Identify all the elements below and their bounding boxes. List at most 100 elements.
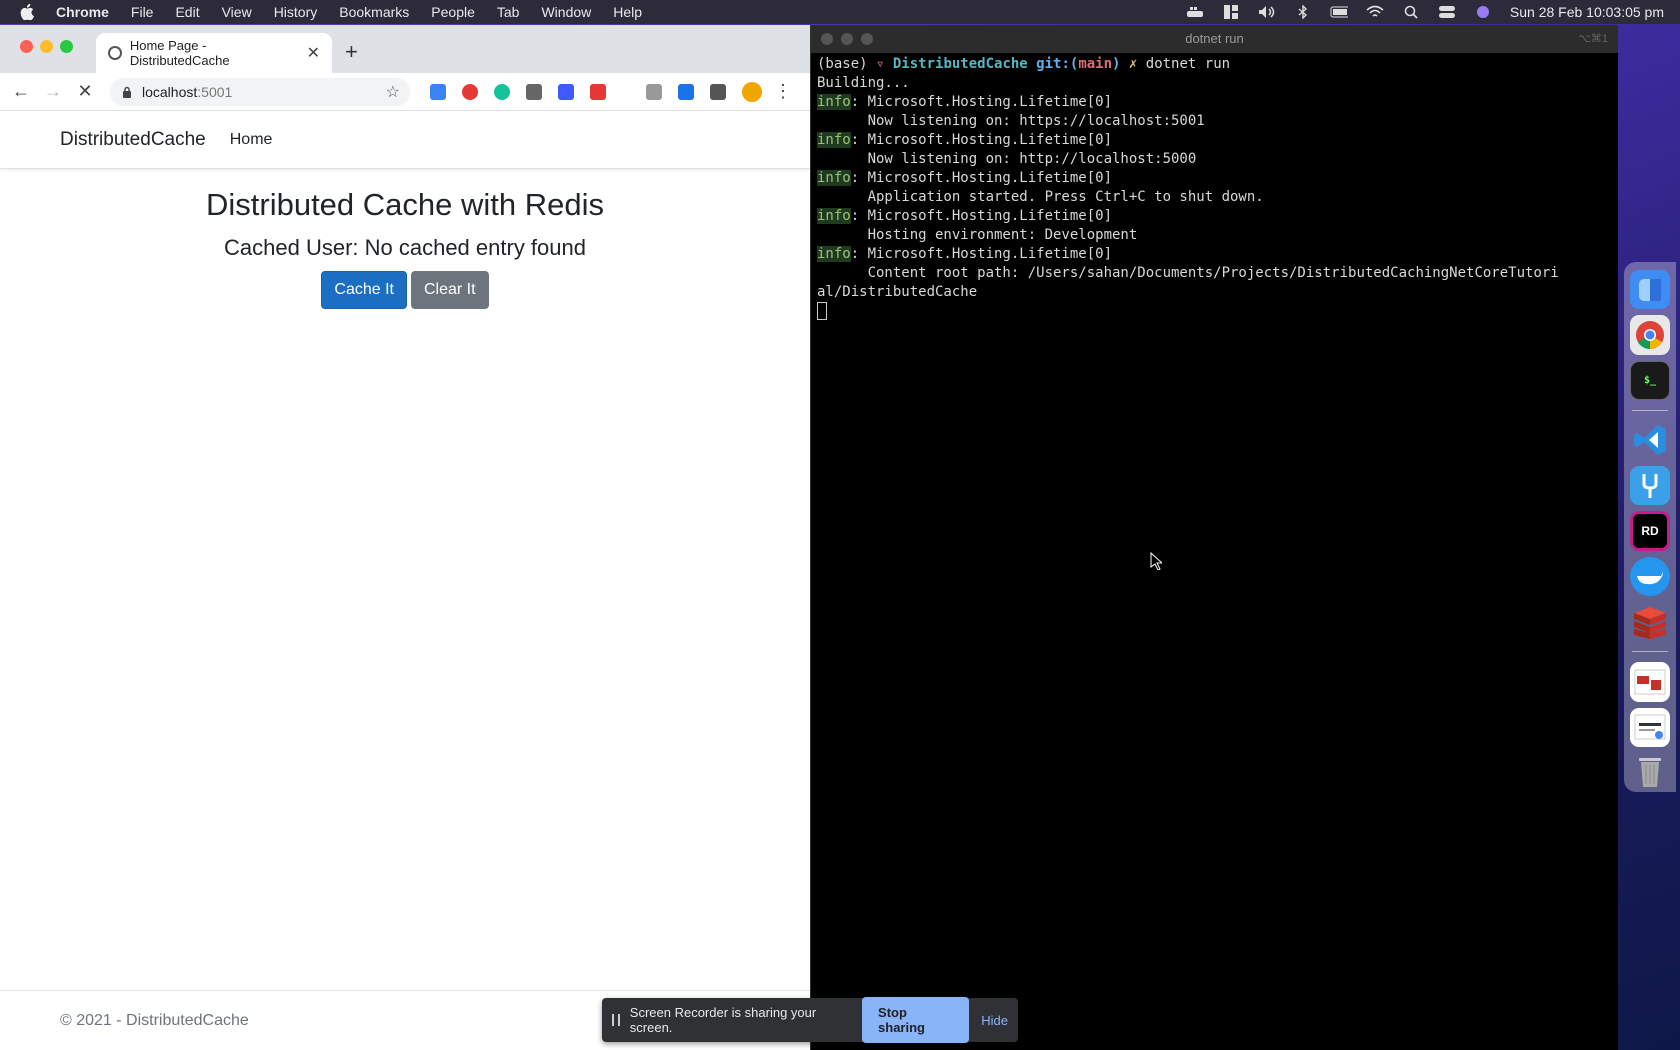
stop-sharing-button[interactable]: Stop sharing <box>862 997 970 1043</box>
menu-app-name[interactable]: Chrome <box>56 4 109 20</box>
log-line: info: Microsoft.Hosting.Lifetime[0] <box>817 245 1612 264</box>
share-message: Screen Recorder is sharing your screen. <box>629 1005 817 1035</box>
log-message: Now listening on: https://localhost:5001 <box>817 113 1205 129</box>
url-port: :5001 <box>197 83 233 100</box>
menu-history[interactable]: History <box>274 4 318 20</box>
apple-icon[interactable] <box>20 4 36 20</box>
bluetooth-icon[interactable] <box>1294 5 1312 19</box>
url-host: localhost <box>142 83 198 100</box>
zoom-window-button[interactable] <box>60 40 73 53</box>
log-source: : Microsoft.Hosting.Lifetime[0] <box>850 94 1113 110</box>
docker-dock-icon[interactable] <box>1630 556 1670 596</box>
finder-dock-icon[interactable] <box>1630 270 1670 310</box>
dock-separator <box>1632 409 1668 411</box>
chrome-menu-icon[interactable]: ⋮ <box>772 81 794 102</box>
tab-strip: Home Page - DistributedCache ✕ + <box>0 25 810 73</box>
log-level: info <box>817 170 851 186</box>
control-center-icon[interactable] <box>1438 5 1456 19</box>
extension-icon[interactable] <box>430 83 446 100</box>
layout-icon[interactable] <box>1222 5 1240 19</box>
volume-icon[interactable] <box>1258 5 1276 19</box>
address-bar[interactable]: localhost:5001 ☆ <box>110 77 410 106</box>
chrome-dock-icon[interactable] <box>1630 315 1670 355</box>
hide-share-bar-button[interactable]: Hide <box>981 1013 1008 1028</box>
log-level: info <box>817 94 851 110</box>
menu-bookmarks[interactable]: Bookmarks <box>339 4 409 20</box>
wifi-icon[interactable] <box>1366 5 1384 19</box>
battery-icon[interactable] <box>1330 5 1348 19</box>
terminal-title: dotnet run <box>1185 31 1244 46</box>
docker-status-icon[interactable] <box>1186 5 1204 19</box>
extension-icon[interactable] <box>646 83 662 100</box>
menu-view[interactable]: View <box>222 4 252 20</box>
grammarly-extension-icon[interactable] <box>494 83 510 100</box>
terminal-close-button[interactable] <box>821 33 833 45</box>
rider-dock-icon[interactable]: RD <box>1630 511 1670 551</box>
document-thumbnail-icon[interactable] <box>1630 707 1670 747</box>
siri-icon[interactable] <box>1474 5 1492 19</box>
screen-share-bar: Screen Recorder is sharing your screen. … <box>602 997 1018 1043</box>
extension-icon[interactable] <box>462 83 478 100</box>
spotlight-search-icon[interactable] <box>1402 5 1420 19</box>
redis-dock-icon[interactable] <box>1630 602 1670 641</box>
log-line: info: Microsoft.Hosting.Lifetime[0] <box>817 131 1612 150</box>
log-source: : Microsoft.Hosting.Lifetime[0] <box>850 208 1113 224</box>
back-icon[interactable]: ← <box>10 81 32 102</box>
document-thumbnail-icon[interactable] <box>1630 662 1670 702</box>
cache-it-button[interactable]: Cache It <box>321 271 407 309</box>
menu-file[interactable]: File <box>131 4 154 20</box>
log-line: info: Microsoft.Hosting.Lifetime[0] <box>817 93 1612 112</box>
menu-people[interactable]: People <box>431 4 475 20</box>
extension-icon[interactable] <box>526 83 542 100</box>
terminal-cursor <box>817 302 827 320</box>
stop-loading-icon[interactable]: ✕ <box>74 81 96 102</box>
profile-avatar[interactable] <box>742 81 762 102</box>
prompt-git: git:( <box>1027 56 1079 72</box>
log-message: Now listening on: http://localhost:5000 <box>817 151 1197 167</box>
rider-dock-label: RD <box>1641 524 1659 539</box>
terminal-minimize-button[interactable] <box>841 33 853 45</box>
extensions-puzzle-icon[interactable] <box>710 83 726 100</box>
browser-tab-home[interactable]: Home Page - DistributedCache ✕ <box>96 33 332 73</box>
log-source: : Microsoft.Hosting.Lifetime[0] <box>850 132 1113 148</box>
trash-dock-icon[interactable] <box>1630 753 1670 792</box>
menu-window[interactable]: Window <box>541 4 591 20</box>
log-level: info <box>817 208 851 224</box>
menu-help[interactable]: Help <box>613 4 642 20</box>
site-navbar: DistributedCache Home <box>0 111 810 169</box>
log-message: Content root path: /Users/sahan/Document… <box>817 265 1559 281</box>
prompt-command: dotnet run <box>1145 56 1231 72</box>
building-line: Building... <box>817 75 910 91</box>
new-tab-button[interactable]: + <box>345 39 358 65</box>
screen-recorder-extension-icon[interactable] <box>678 83 694 100</box>
menu-clock[interactable]: Sun 28 Feb 10:03:05 pm <box>1510 4 1664 20</box>
menu-edit[interactable]: Edit <box>175 4 199 20</box>
close-window-button[interactable] <box>20 40 33 53</box>
terminal-dock-icon[interactable]: $_ <box>1630 360 1670 400</box>
extension-icon[interactable] <box>558 83 574 100</box>
nav-home-link[interactable]: Home <box>230 131 273 149</box>
vscode-dock-icon[interactable] <box>1630 421 1670 460</box>
forward-icon[interactable]: → <box>42 81 64 102</box>
log-level: info <box>817 132 851 148</box>
prompt-branch: main <box>1078 56 1113 72</box>
menu-bar: Chrome File Edit View History Bookmarks … <box>0 0 1680 24</box>
prompt-env: (base) <box>817 56 877 72</box>
mouse-pointer-icon <box>1150 552 1162 570</box>
terminal-window: dotnet run ⌥⌘1 (base) ▿ DistributedCache… <box>810 25 1618 1050</box>
minimize-window-button[interactable] <box>40 40 53 53</box>
bookmark-star-icon[interactable]: ☆ <box>386 82 400 102</box>
clear-it-button[interactable]: Clear It <box>411 271 489 309</box>
close-tab-icon[interactable]: ✕ <box>307 43 320 63</box>
log-source: : Microsoft.Hosting.Lifetime[0] <box>850 246 1113 262</box>
menu-tab[interactable]: Tab <box>497 4 520 20</box>
terminal-output[interactable]: (base) ▿ DistributedCache git:(main) ✗ d… <box>811 53 1618 323</box>
extension-icon[interactable] <box>590 83 606 100</box>
terminal-zoom-button[interactable] <box>861 33 873 45</box>
fork-dock-icon[interactable] <box>1630 466 1670 506</box>
lock-icon <box>123 86 131 98</box>
site-brand-link[interactable]: DistributedCache <box>60 129 206 151</box>
log-message-wrap: al/DistributedCache <box>817 284 978 300</box>
log-message: Hosting environment: Development <box>817 227 1138 243</box>
web-page: DistributedCache Home Distributed Cache … <box>0 111 810 1050</box>
